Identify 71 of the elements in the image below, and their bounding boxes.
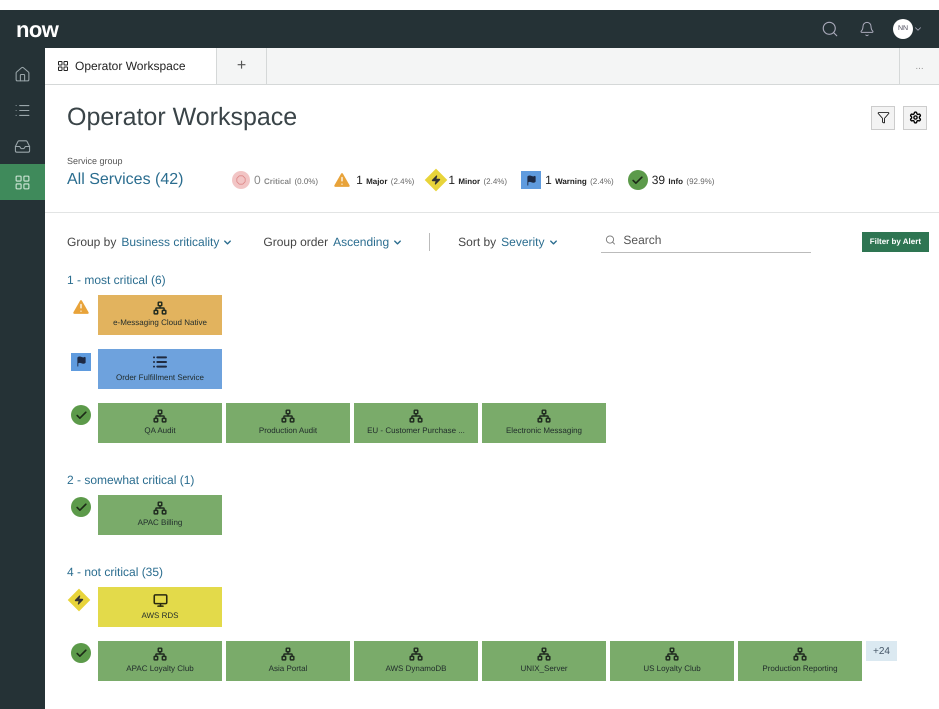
inbox-icon	[14, 138, 31, 154]
monitor-icon	[152, 592, 168, 608]
service-tile[interactable]: AWS DynamoDB	[354, 641, 478, 681]
hierarchy-icon	[153, 647, 167, 661]
group-title: 1 - most critical (6)	[67, 272, 167, 289]
filter-icon	[876, 111, 890, 124]
count-text: 39 Info (92.9%)	[652, 172, 714, 189]
service-tile[interactable]: AWS RDS	[98, 587, 222, 627]
control-label: Group order	[263, 234, 328, 251]
check-icon	[71, 405, 91, 425]
control-label: Group by	[67, 234, 116, 251]
hierarchy-icon	[537, 647, 551, 661]
hierarchy-icon	[153, 409, 167, 423]
hierarchy-icon	[281, 647, 295, 661]
service-group-label: Service group	[67, 154, 124, 168]
logo: now	[16, 16, 58, 44]
home-icon	[14, 66, 31, 82]
dropdown[interactable]: Ascending	[333, 233, 404, 251]
count-text: 1 Minor (2.4%)	[448, 172, 508, 189]
settings-button[interactable]	[903, 106, 927, 130]
service-tile[interactable]: US Loyalty Club	[610, 641, 734, 681]
bell-icon[interactable]	[859, 21, 875, 37]
service-tile[interactable]: APAC Loyalty Club	[98, 641, 222, 681]
hierarchy-icon	[537, 409, 551, 423]
filter-button[interactable]	[871, 106, 895, 130]
hierarchy-icon	[409, 409, 423, 423]
settings-icon	[908, 111, 922, 124]
check-icon	[71, 643, 91, 663]
hierarchy-icon	[153, 301, 167, 315]
group-title: 4 - not critical (35)	[67, 564, 164, 581]
service-tile[interactable]: EU - Customer Purchase ...	[354, 403, 478, 443]
count-text: 0 Critical (0.0%)	[254, 172, 318, 189]
grid-icon	[14, 174, 31, 190]
service-tile[interactable]: Electronic Messaging	[482, 403, 606, 443]
sidebar-item[interactable]	[0, 164, 45, 200]
service-group-link[interactable]: All Services (42)	[67, 168, 232, 192]
search-icon[interactable]	[821, 20, 839, 38]
check-icon	[71, 497, 91, 517]
more-tiles-button[interactable]: +24	[866, 641, 897, 661]
check-icon	[628, 170, 648, 190]
service-tile[interactable]: Production Audit	[226, 403, 350, 443]
service-tile[interactable]: UNIX_Server	[482, 641, 606, 681]
count-text: 1 Warning (2.4%)	[545, 172, 614, 189]
dropdown[interactable]: Severity	[501, 233, 559, 251]
service-tile[interactable]: e-Messaging Cloud Native	[98, 295, 222, 335]
service-tile[interactable]: QA Audit	[98, 403, 222, 443]
warning-triangle-icon	[71, 297, 91, 317]
critical-icon	[232, 171, 250, 189]
search-icon	[604, 234, 616, 246]
grid-icon	[57, 60, 69, 72]
filter-by-alert-button[interactable]: Filter by Alert	[862, 232, 929, 252]
hierarchy-icon	[153, 501, 167, 515]
service-tile[interactable]: Asia Portal	[226, 641, 350, 681]
page-title: Operator Workspace	[67, 102, 298, 133]
tab[interactable]: Operator Workspace	[45, 48, 217, 84]
service-tile[interactable]: Order Fulfillment Service	[98, 349, 222, 389]
hierarchy-icon	[665, 647, 679, 661]
control-label: Sort by	[458, 234, 496, 251]
service-tile[interactable]: Production Reporting	[738, 641, 862, 681]
hierarchy-icon	[793, 647, 807, 661]
dropdown[interactable]: Business criticality	[121, 233, 234, 251]
count-text: 1 Major (2.4%)	[356, 172, 414, 189]
service-tile[interactable]: APAC Billing	[98, 495, 222, 535]
list-icon	[152, 354, 168, 370]
search-field[interactable]: Search	[623, 231, 807, 249]
hierarchy-icon	[409, 647, 423, 661]
flag-icon	[71, 352, 91, 370]
flag-icon	[521, 171, 542, 189]
group-title: 2 - somewhat critical (1)	[67, 472, 196, 489]
warning-triangle-icon	[332, 170, 352, 190]
hierarchy-icon	[281, 409, 295, 423]
